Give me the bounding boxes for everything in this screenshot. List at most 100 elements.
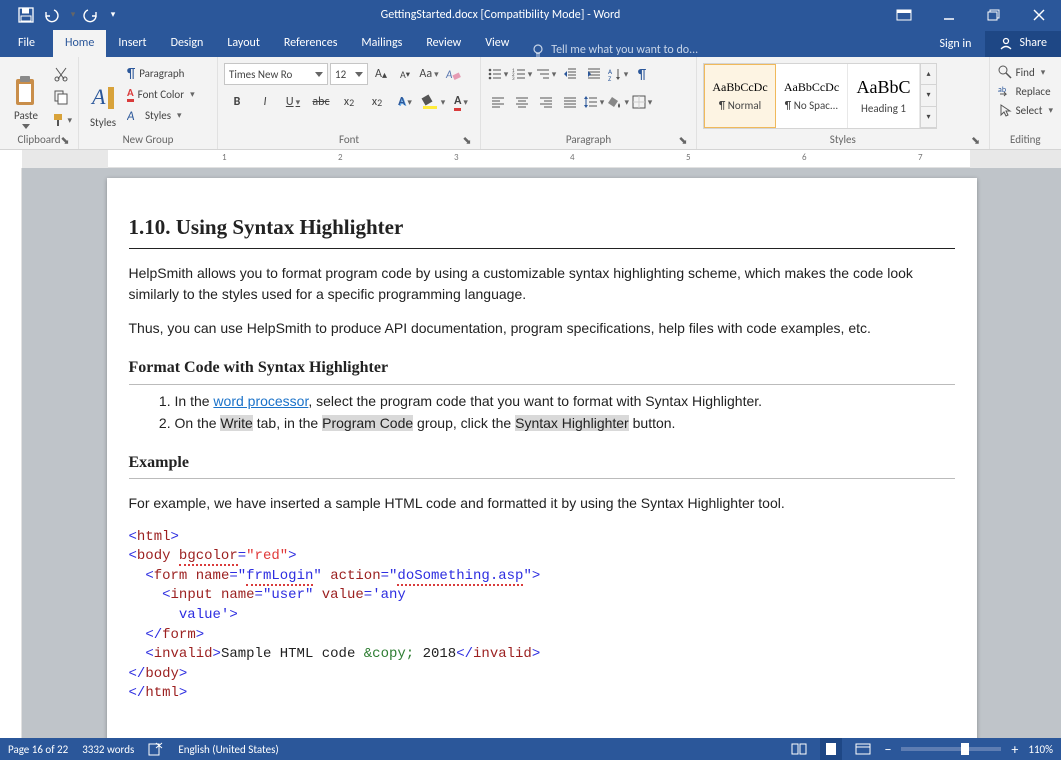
style-heading1[interactable]: AaBbC Heading 1 bbox=[848, 64, 920, 128]
shading-button[interactable] bbox=[607, 91, 629, 113]
styles-pane-button[interactable]: A Styles bbox=[85, 63, 121, 129]
zoom-level[interactable]: 110% bbox=[1028, 743, 1053, 756]
font-name-select[interactable]: Times New Ro bbox=[224, 63, 328, 85]
highlight-button[interactable] bbox=[420, 91, 446, 113]
font-color-button[interactable]: AFont Color bbox=[125, 84, 211, 104]
web-layout-button[interactable] bbox=[852, 738, 874, 760]
clear-formatting-button[interactable]: A bbox=[442, 63, 464, 85]
paste-icon bbox=[12, 75, 40, 107]
redo-icon[interactable] bbox=[80, 3, 104, 27]
tab-insert[interactable]: Insert bbox=[106, 30, 158, 57]
list-item: In the word processor, select the progra… bbox=[175, 391, 955, 411]
bullets-button[interactable] bbox=[487, 63, 509, 85]
borders-button[interactable] bbox=[631, 91, 653, 113]
outdent-icon bbox=[563, 67, 577, 81]
numbering-button[interactable]: 123 bbox=[511, 63, 533, 85]
read-mode-button[interactable] bbox=[788, 738, 810, 760]
font-color-button-ribbon[interactable]: A bbox=[448, 91, 474, 113]
zoom-out-button[interactable]: − bbox=[884, 741, 891, 758]
style-normal[interactable]: AaBbCcDc ¶ Normal bbox=[704, 64, 776, 128]
bold-button[interactable]: B bbox=[224, 91, 250, 113]
align-left-button[interactable] bbox=[487, 91, 509, 113]
copy-icon bbox=[53, 89, 69, 105]
subscript-button[interactable]: x2 bbox=[336, 91, 362, 113]
font-launcher[interactable]: ⬊ bbox=[460, 133, 474, 147]
save-icon[interactable] bbox=[14, 3, 38, 27]
underline-button[interactable]: U bbox=[280, 91, 306, 113]
tab-design[interactable]: Design bbox=[159, 30, 216, 57]
restore-button[interactable] bbox=[971, 0, 1016, 29]
undo-dropdown[interactable] bbox=[66, 3, 78, 27]
increase-indent-button[interactable] bbox=[583, 63, 605, 85]
text-effects-button[interactable]: A bbox=[392, 91, 418, 113]
paste-dropdown-icon bbox=[22, 124, 30, 129]
share-button[interactable]: Share bbox=[985, 31, 1061, 57]
shading-icon bbox=[607, 95, 622, 109]
select-button[interactable]: Select bbox=[996, 101, 1055, 119]
copy-button[interactable] bbox=[50, 86, 72, 108]
ribbon: Paste Clipboard⬊ A Styles ¶Paragraph AFo… bbox=[0, 57, 1061, 150]
multilevel-button[interactable] bbox=[535, 63, 557, 85]
sort-button[interactable]: AZ bbox=[607, 63, 629, 85]
signin-button[interactable]: Sign in bbox=[925, 31, 985, 57]
tab-mailings[interactable]: Mailings bbox=[349, 30, 414, 57]
svg-text:A: A bbox=[445, 68, 453, 81]
status-words[interactable]: 3332 words bbox=[82, 743, 134, 756]
qat-customize-icon[interactable]: ▾ bbox=[106, 3, 120, 27]
close-button[interactable] bbox=[1016, 0, 1061, 29]
status-page[interactable]: Page 16 of 22 bbox=[8, 743, 68, 756]
zoom-thumb[interactable] bbox=[961, 743, 969, 755]
page[interactable]: 1.10. Using Syntax Highlighter HelpSmith… bbox=[107, 178, 977, 738]
minimize-button[interactable] bbox=[926, 0, 971, 29]
tell-me-search[interactable]: Tell me what you want to do... bbox=[521, 43, 698, 57]
tab-layout[interactable]: Layout bbox=[215, 30, 272, 57]
paragraph-mark-button[interactable]: ¶Paragraph bbox=[125, 63, 211, 83]
italic-button[interactable]: I bbox=[252, 91, 278, 113]
align-center-button[interactable] bbox=[511, 91, 533, 113]
chevron-down-icon bbox=[355, 72, 363, 77]
line-spacing-button[interactable] bbox=[583, 91, 605, 113]
clipboard-launcher[interactable]: ⬊ bbox=[58, 133, 72, 147]
styles-gallery[interactable]: AaBbCcDc ¶ Normal AaBbCcDc ¶ No Spac... … bbox=[703, 63, 937, 129]
tab-review[interactable]: Review bbox=[414, 30, 473, 57]
status-language[interactable]: English (United States) bbox=[178, 743, 278, 756]
zoom-slider[interactable] bbox=[901, 747, 1001, 751]
tab-home[interactable]: Home bbox=[53, 30, 106, 57]
document-scroll[interactable]: 1.10. Using Syntax Highlighter HelpSmith… bbox=[22, 168, 1061, 738]
align-right-button[interactable] bbox=[535, 91, 557, 113]
tab-file[interactable]: File bbox=[0, 30, 53, 57]
group-editing: Find abReplace Select Editing bbox=[990, 57, 1061, 149]
change-case-button[interactable]: Aa bbox=[418, 63, 440, 85]
ribbon-options-icon[interactable] bbox=[881, 0, 926, 29]
superscript-button[interactable]: x2 bbox=[364, 91, 390, 113]
gallery-scroll[interactable]: ▴▾▾ bbox=[920, 64, 936, 128]
paste-button[interactable]: Paste bbox=[6, 63, 46, 129]
find-button[interactable]: Find bbox=[996, 63, 1048, 81]
vertical-ruler[interactable] bbox=[0, 168, 22, 738]
tab-references[interactable]: References bbox=[272, 30, 350, 57]
justify-button[interactable] bbox=[559, 91, 581, 113]
cut-button[interactable] bbox=[50, 63, 72, 85]
grow-font-button[interactable]: A▴ bbox=[370, 63, 392, 85]
status-proofing[interactable] bbox=[148, 742, 164, 756]
zoom-in-button[interactable]: + bbox=[1011, 741, 1018, 758]
horizontal-ruler[interactable]: 1 2 3 4 5 6 7 bbox=[22, 150, 1061, 168]
link-word-processor[interactable]: word processor bbox=[213, 393, 308, 409]
font-size-select[interactable]: 12 bbox=[330, 63, 368, 85]
svg-text:3: 3 bbox=[512, 76, 515, 81]
highlighter-icon bbox=[421, 94, 439, 110]
decrease-indent-button[interactable] bbox=[559, 63, 581, 85]
style-nospacing[interactable]: AaBbCcDc ¶ No Spac... bbox=[776, 64, 848, 128]
shrink-font-button[interactable]: A▾ bbox=[394, 63, 416, 85]
tab-view[interactable]: View bbox=[473, 30, 521, 57]
replace-button[interactable]: abReplace bbox=[996, 82, 1053, 100]
undo-icon[interactable] bbox=[40, 3, 64, 27]
show-marks-button[interactable]: ¶ bbox=[631, 63, 653, 85]
quick-access-toolbar: ▾ bbox=[0, 3, 120, 27]
strikethrough-button[interactable]: abc bbox=[308, 91, 334, 113]
styles-dropdown-button[interactable]: AStyles bbox=[125, 105, 211, 125]
paragraph-launcher[interactable]: ⬊ bbox=[676, 133, 690, 147]
format-painter-button[interactable] bbox=[50, 109, 72, 131]
print-layout-button[interactable] bbox=[820, 738, 842, 760]
styles-launcher[interactable]: ⬊ bbox=[969, 133, 983, 147]
